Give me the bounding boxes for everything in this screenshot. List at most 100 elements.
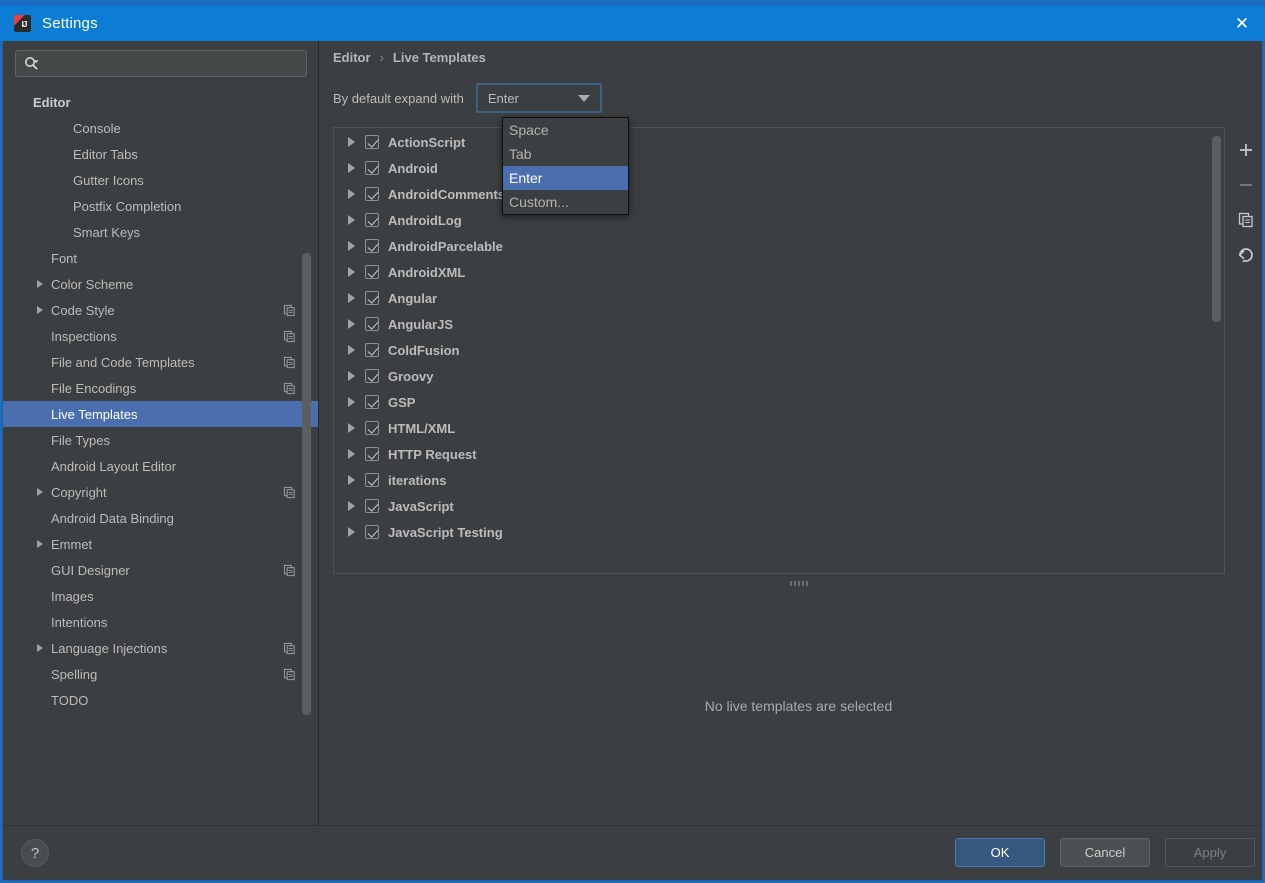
sidebar-item-android-data-binding[interactable]: Android Data Binding	[3, 505, 318, 531]
template-group-row[interactable]: ColdFusion	[334, 337, 1224, 363]
dropdown-option-enter[interactable]: Enter	[503, 166, 628, 190]
dropdown-option-custom-[interactable]: Custom...	[503, 190, 628, 214]
sidebar-item-font[interactable]: Font	[3, 245, 318, 271]
search-input[interactable]	[45, 56, 275, 71]
dropdown-option-tab[interactable]: Tab	[503, 142, 628, 166]
help-icon[interactable]: ?	[21, 839, 49, 867]
expand-triangle-icon[interactable]	[33, 641, 47, 655]
expand-triangle-icon[interactable]	[343, 475, 359, 485]
expand-with-dropdown-menu[interactable]: Space Tab Enter Custom...	[502, 117, 629, 215]
template-group-row[interactable]: AndroidParcelable	[334, 233, 1224, 259]
sidebar-item-file-encodings[interactable]: File Encodings	[3, 375, 318, 401]
sidebar-item-emmet[interactable]: Emmet	[3, 531, 318, 557]
template-group-checkbox[interactable]	[365, 447, 379, 461]
list-scrollbar[interactable]	[1212, 136, 1221, 322]
sidebar-item-postfix-completion[interactable]: Postfix Completion	[3, 193, 318, 219]
template-group-row[interactable]: GSP	[334, 389, 1224, 415]
template-group-checkbox[interactable]	[365, 395, 379, 409]
sidebar-item-copyright[interactable]: Copyright	[3, 479, 318, 505]
remove-button[interactable]	[1235, 174, 1257, 196]
template-group-row[interactable]: AndroidComments	[334, 181, 1224, 207]
sidebar-item-inspections[interactable]: Inspections	[3, 323, 318, 349]
expand-triangle-icon[interactable]	[343, 397, 359, 407]
template-group-row[interactable]: Groovy	[334, 363, 1224, 389]
template-group-checkbox[interactable]	[365, 291, 379, 305]
expand-triangle-icon[interactable]	[343, 345, 359, 355]
template-group-row[interactable]: JavaScript Testing	[334, 519, 1224, 545]
live-templates-list[interactable]: ActionScript Android AndroidComments Androi…	[333, 127, 1225, 574]
ok-button[interactable]: OK	[955, 838, 1045, 867]
template-group-label: AndroidXML	[388, 264, 466, 280]
expand-triangle-icon[interactable]	[33, 303, 47, 317]
duplicate-button[interactable]	[1235, 209, 1257, 231]
search-field[interactable]	[15, 50, 307, 77]
expand-triangle-icon[interactable]	[343, 319, 359, 329]
sidebar-item-color-scheme[interactable]: Color Scheme	[3, 271, 318, 297]
sidebar-item-language-injections[interactable]: Language Injections	[3, 635, 318, 661]
sidebar-item-images[interactable]: Images	[3, 583, 318, 609]
template-group-checkbox[interactable]	[365, 473, 379, 487]
expand-triangle-icon[interactable]	[343, 163, 359, 173]
cancel-button[interactable]: Cancel	[1060, 838, 1150, 867]
expand-triangle-icon[interactable]	[343, 293, 359, 303]
template-group-checkbox[interactable]	[365, 525, 379, 539]
template-group-checkbox[interactable]	[365, 343, 379, 357]
expand-triangle-icon[interactable]	[343, 501, 359, 511]
template-group-row[interactable]: AndroidLog	[334, 207, 1224, 233]
add-button[interactable]	[1235, 139, 1257, 161]
template-group-checkbox[interactable]	[365, 135, 379, 149]
template-group-checkbox[interactable]	[365, 161, 379, 175]
sidebar-item-spelling[interactable]: Spelling	[3, 661, 318, 687]
sidebar-item-file-and-code-templates[interactable]: File and Code Templates	[3, 349, 318, 375]
expand-triangle-icon[interactable]	[343, 267, 359, 277]
template-group-checkbox[interactable]	[365, 421, 379, 435]
template-group-checkbox[interactable]	[365, 369, 379, 383]
sidebar-item-android-layout-editor[interactable]: Android Layout Editor	[3, 453, 318, 479]
sidebar-item-intentions[interactable]: Intentions	[3, 609, 318, 635]
expand-triangle-icon[interactable]	[343, 527, 359, 537]
sidebar-item-file-types[interactable]: File Types	[3, 427, 318, 453]
template-group-row[interactable]: AngularJS	[334, 311, 1224, 337]
template-group-row[interactable]: ActionScript	[334, 129, 1224, 155]
close-icon[interactable]: ✕	[1219, 6, 1265, 41]
expand-triangle-icon[interactable]	[343, 137, 359, 147]
sidebar-item-editor-tabs[interactable]: Editor Tabs	[3, 141, 318, 167]
template-group-checkbox[interactable]	[365, 317, 379, 331]
breadcrumb-root[interactable]: Editor	[333, 50, 371, 65]
sidebar-item-console[interactable]: Console	[3, 115, 318, 141]
template-group-row[interactable]: Android	[334, 155, 1224, 181]
sidebar-item-gutter-icons[interactable]: Gutter Icons	[3, 167, 318, 193]
apply-button[interactable]: Apply	[1165, 838, 1255, 867]
sidebar-item-editor[interactable]: Editor	[3, 89, 318, 115]
template-group-row[interactable]: HTML/XML	[334, 415, 1224, 441]
sidebar-scrollbar[interactable]	[302, 253, 311, 715]
expand-triangle-icon[interactable]	[343, 189, 359, 199]
expand-triangle-icon[interactable]	[33, 277, 47, 291]
sidebar-item-todo[interactable]: TODO	[3, 687, 318, 713]
sidebar-item-smart-keys[interactable]: Smart Keys	[3, 219, 318, 245]
expand-triangle-icon[interactable]	[343, 215, 359, 225]
sidebar-item-code-style[interactable]: Code Style	[3, 297, 318, 323]
expand-triangle-icon[interactable]	[343, 423, 359, 433]
template-group-row[interactable]: HTTP Request	[334, 441, 1224, 467]
expand-with-combobox[interactable]: Enter	[475, 83, 602, 113]
dropdown-option-space[interactable]: Space	[503, 118, 628, 142]
template-group-checkbox[interactable]	[365, 187, 379, 201]
expand-triangle-icon[interactable]	[343, 449, 359, 459]
template-group-checkbox[interactable]	[365, 499, 379, 513]
template-group-row[interactable]: Angular	[334, 285, 1224, 311]
template-group-checkbox[interactable]	[365, 239, 379, 253]
revert-button[interactable]	[1235, 244, 1257, 266]
sidebar-item-gui-designer[interactable]: GUI Designer	[3, 557, 318, 583]
pane-splitter[interactable]	[333, 578, 1264, 588]
template-group-row[interactable]: JavaScript	[334, 493, 1224, 519]
expand-triangle-icon[interactable]	[343, 371, 359, 381]
sidebar-item-live-templates[interactable]: Live Templates	[3, 401, 318, 427]
expand-triangle-icon[interactable]	[33, 485, 47, 499]
template-group-checkbox[interactable]	[365, 265, 379, 279]
template-group-row[interactable]: iterations	[334, 467, 1224, 493]
expand-triangle-icon[interactable]	[343, 241, 359, 251]
template-group-row[interactable]: AndroidXML	[334, 259, 1224, 285]
expand-triangle-icon[interactable]	[33, 537, 47, 551]
template-group-checkbox[interactable]	[365, 213, 379, 227]
